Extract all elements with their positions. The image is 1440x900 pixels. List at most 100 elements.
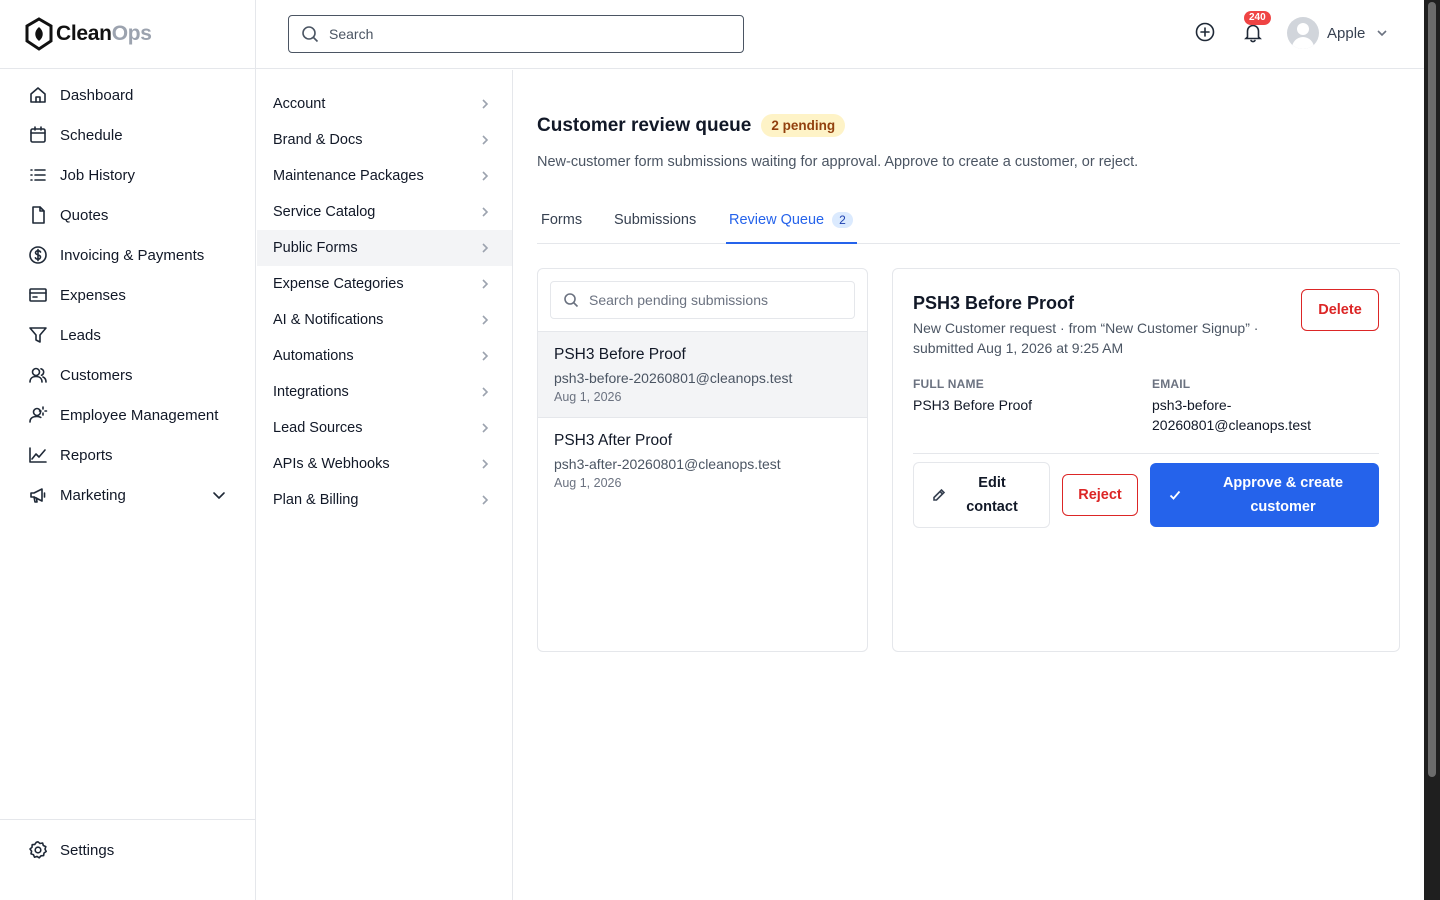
users-icon <box>29 367 47 383</box>
check-icon <box>1169 490 1181 500</box>
nav-label: Expenses <box>60 286 126 304</box>
pending-search[interactable] <box>550 281 855 319</box>
menu-label: Automations <box>273 348 354 364</box>
divider <box>913 453 1379 454</box>
list-item[interactable]: PSH3 Before Proof psh3-before-20260801@c… <box>538 331 867 418</box>
chevron-right-icon <box>482 207 489 217</box>
tab-forms[interactable]: Forms <box>541 200 582 244</box>
settings-menu-item-maintenance-packages[interactable]: Maintenance Packages <box>257 158 512 194</box>
tab-submissions[interactable]: Submissions <box>614 200 696 244</box>
chevron-right-icon <box>482 351 489 361</box>
global-search[interactable] <box>288 15 744 53</box>
brand-name-part1: Clean <box>56 22 112 45</box>
settings-menu-item-account[interactable]: Account <box>257 86 512 122</box>
avatar <box>1287 17 1319 49</box>
scrollbar-thumb[interactable] <box>1428 2 1436 777</box>
settings-menu-item-lead-sources[interactable]: Lead Sources <box>257 410 512 446</box>
email-label: EMAIL <box>1152 377 1191 391</box>
pending-search-input[interactable] <box>589 292 849 308</box>
tab-label: Review Queue <box>729 212 825 228</box>
menu-label: Account <box>273 96 326 112</box>
filter-icon <box>29 327 47 343</box>
nav-label: Employee Management <box>60 406 219 424</box>
sidebar-footer: Settings <box>0 819 255 900</box>
gear-icon <box>29 841 47 859</box>
edit-label-line-1: Edit <box>978 475 1006 491</box>
menu-label: AI & Notifications <box>273 312 384 328</box>
nav-label: Marketing <box>60 486 126 504</box>
submission-email: psh3-after-20260801@cleanops.test <box>554 456 781 472</box>
full-name-label: FULL NAME <box>913 377 984 391</box>
nav-item-schedule[interactable]: Schedule <box>0 115 255 155</box>
settings-menu-item-service-catalog[interactable]: Service Catalog <box>257 194 512 230</box>
edit-contact-label: Edit contact <box>960 471 1024 519</box>
nav-item-quotes[interactable]: Quotes <box>0 195 255 235</box>
nav-label: Invoicing & Payments <box>60 246 205 264</box>
megaphone-icon <box>30 488 46 503</box>
approve-label-line-1: Approve & create <box>1222 475 1344 491</box>
brand-logo[interactable]: CleanOps <box>0 0 255 69</box>
menu-label: Plan & Billing <box>273 492 359 508</box>
reject-button[interactable]: Reject <box>1062 474 1138 516</box>
settings-menu-item-brand-docs[interactable]: Brand & Docs <box>257 122 512 158</box>
nav-item-dashboard[interactable]: Dashboard <box>0 75 255 115</box>
settings-menu-item-integrations[interactable]: Integrations <box>257 374 512 410</box>
tab-bar: Forms Submissions Review Queue 2 <box>537 200 1400 244</box>
tab-label: Submissions <box>614 212 697 228</box>
menu-label: Integrations <box>273 384 349 400</box>
cleanops-logo-icon <box>25 17 53 51</box>
nav-item-reports[interactable]: Reports <box>0 435 255 475</box>
nav-item-marketing[interactable]: Marketing <box>0 475 255 515</box>
edit-icon <box>933 488 946 501</box>
delete-button[interactable]: Delete <box>1301 289 1379 331</box>
settings-menu-item-automations[interactable]: Automations <box>257 338 512 374</box>
settings-menu-item-apis-webhooks[interactable]: APIs & Webhooks <box>257 446 512 482</box>
user-name: Apple <box>1327 24 1366 42</box>
submissions-list-panel: PSH3 Before Proof psh3-before-20260801@c… <box>537 268 868 652</box>
nav-label: Leads <box>60 326 101 344</box>
page-title: Customer review queue <box>537 114 752 136</box>
chevron-right-icon <box>482 99 489 109</box>
submission-email: psh3-before-20260801@cleanops.test <box>554 370 793 386</box>
nav-item-employee-management[interactable]: Employee Management <box>0 395 255 435</box>
user-menu[interactable]: Apple <box>1287 17 1389 49</box>
settings-menu-item-public-forms[interactable]: Public Forms <box>257 230 512 266</box>
chevron-down-icon <box>1377 30 1387 37</box>
settings-menu-item-expense-categories[interactable]: Expense Categories <box>257 266 512 302</box>
search-input[interactable] <box>329 26 729 42</box>
email-line-1: psh3-before- <box>1152 397 1232 413</box>
top-bar: 240 Apple <box>256 0 1424 69</box>
chevron-right-icon <box>482 315 489 325</box>
submission-date: Aug 1, 2026 <box>554 476 622 490</box>
nav-item-job-history[interactable]: Job History <box>0 155 255 195</box>
home-icon <box>30 87 46 103</box>
list-item[interactable]: PSH3 After Proof psh3-after-20260801@cle… <box>538 418 867 505</box>
chevron-right-icon <box>482 171 489 181</box>
nav-label: Customers <box>60 366 133 384</box>
chevron-down-icon[interactable] <box>211 487 227 503</box>
nav-item-leads[interactable]: Leads <box>0 315 255 355</box>
submission-date: Aug 1, 2026 <box>554 390 622 404</box>
settings-menu-item-ai-notifications[interactable]: AI & Notifications <box>257 302 512 338</box>
nav-label: Job History <box>60 166 136 184</box>
list-icon <box>30 169 46 181</box>
edit-contact-button[interactable]: Edit contact <box>913 462 1050 528</box>
page-scrollbar[interactable] <box>1424 0 1440 900</box>
tab-review-queue[interactable]: Review Queue 2 <box>726 200 857 244</box>
dollar-icon <box>29 246 47 264</box>
nav-item-settings[interactable]: Settings <box>0 830 255 870</box>
submission-name: PSH3 Before Proof <box>554 346 686 363</box>
detail-meta: New Customer request · from “New Custome… <box>913 320 1259 356</box>
nav-item-expenses[interactable]: Expenses <box>0 275 255 315</box>
nav-label: Settings <box>60 841 115 859</box>
menu-label: Brand & Docs <box>273 132 363 148</box>
chevron-right-icon <box>482 459 489 469</box>
nav-label: Reports <box>60 446 113 464</box>
nav-item-customers[interactable]: Customers <box>0 355 255 395</box>
create-new-button[interactable] <box>1194 21 1216 43</box>
sidebar: CleanOps Dashboard Schedule Job History … <box>0 0 256 900</box>
approve-create-customer-button[interactable]: Approve & create customer <box>1150 463 1379 527</box>
settings-menu-item-plan-billing[interactable]: Plan & Billing <box>257 482 512 518</box>
nav-item-invoicing[interactable]: Invoicing & Payments <box>0 235 255 275</box>
menu-label: APIs & Webhooks <box>273 456 390 472</box>
